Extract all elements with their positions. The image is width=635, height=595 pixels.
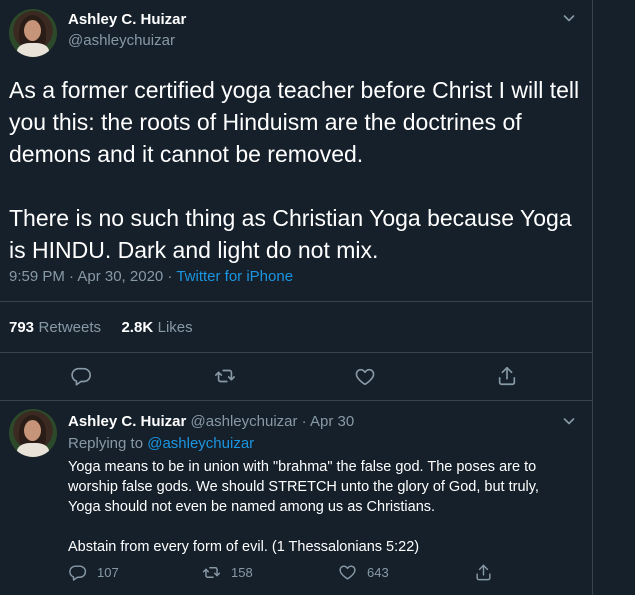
reply-text: Yoga means to be in union with "brahma" …	[68, 457, 568, 557]
retweet-action[interactable]: 158	[202, 563, 253, 582]
retweets-stat[interactable]: 793 Retweets	[9, 319, 101, 336]
reply-date[interactable]: · Apr 30	[302, 413, 355, 430]
divider	[0, 301, 592, 302]
meta-separator: ·	[163, 268, 177, 285]
author-name[interactable]: Ashley C. Huizar	[68, 11, 186, 28]
chevron-down-icon[interactable]	[562, 414, 576, 428]
reply-icon	[68, 563, 87, 582]
source-link[interactable]: Twitter for iPhone	[176, 268, 293, 285]
like-icon	[338, 563, 357, 582]
like-action[interactable]: 643	[338, 563, 389, 582]
author-handle[interactable]: @ashleychuizar	[68, 32, 175, 49]
like-count: 643	[367, 565, 389, 580]
replying-to-label: Replying to	[68, 435, 144, 452]
reply-author-handle[interactable]: @ashleychuizar	[191, 413, 298, 430]
like-icon[interactable]	[354, 366, 376, 388]
reply-count: 107	[97, 565, 119, 580]
retweets-label: Retweets	[38, 319, 102, 336]
likes-count: 2.8K	[121, 319, 154, 336]
likes-stat[interactable]: 2.8K Likes	[121, 319, 192, 336]
avatar[interactable]	[9, 409, 57, 457]
retweet-count: 158	[231, 565, 253, 580]
reply-paragraph: Abstain from every form of evil. (1 Thes…	[68, 539, 420, 555]
tweet-stats: 793 Retweets 2.8K Likes	[9, 319, 193, 337]
reply-author-name[interactable]: Ashley C. Huizar	[68, 413, 186, 430]
retweets-count: 793	[9, 319, 35, 336]
replying-to: Replying to @ashleychuizar	[68, 435, 254, 452]
tweet-paragraph: As a former certified yoga teacher befor…	[9, 77, 580, 167]
reply-header: Ashley C. Huizar @ashleychuizar · Apr 30	[68, 413, 354, 430]
main-tweet: Ashley C. Huizar @ashleychuizar As a for…	[0, 0, 592, 400]
reply-icon[interactable]	[70, 365, 92, 387]
retweet-icon[interactable]	[214, 365, 236, 387]
column-divider	[592, 0, 593, 595]
tweet-paragraph: There is no such thing as Christian Yoga…	[9, 205, 572, 263]
tweet-meta: 9:59 PM · Apr 30, 2020 · Twitter for iPh…	[9, 268, 293, 285]
reply-paragraph: Yoga means to be in union with "brahma" …	[68, 459, 539, 515]
tweet-text: As a former certified yoga teacher befor…	[9, 74, 584, 266]
replying-to-handle[interactable]: @ashleychuizar	[147, 435, 254, 452]
share-icon[interactable]	[496, 365, 518, 387]
likes-label: Likes	[157, 319, 193, 336]
divider	[0, 352, 592, 353]
reply-tweet[interactable]: Ashley C. Huizar @ashleychuizar · Apr 30…	[0, 401, 592, 595]
retweet-icon	[202, 563, 221, 582]
chevron-down-icon[interactable]	[562, 11, 576, 25]
timestamp[interactable]: 9:59 PM · Apr 30, 2020	[9, 268, 163, 285]
share-icon[interactable]	[474, 563, 493, 582]
reply-action[interactable]: 107	[68, 563, 119, 582]
avatar[interactable]	[9, 9, 57, 57]
